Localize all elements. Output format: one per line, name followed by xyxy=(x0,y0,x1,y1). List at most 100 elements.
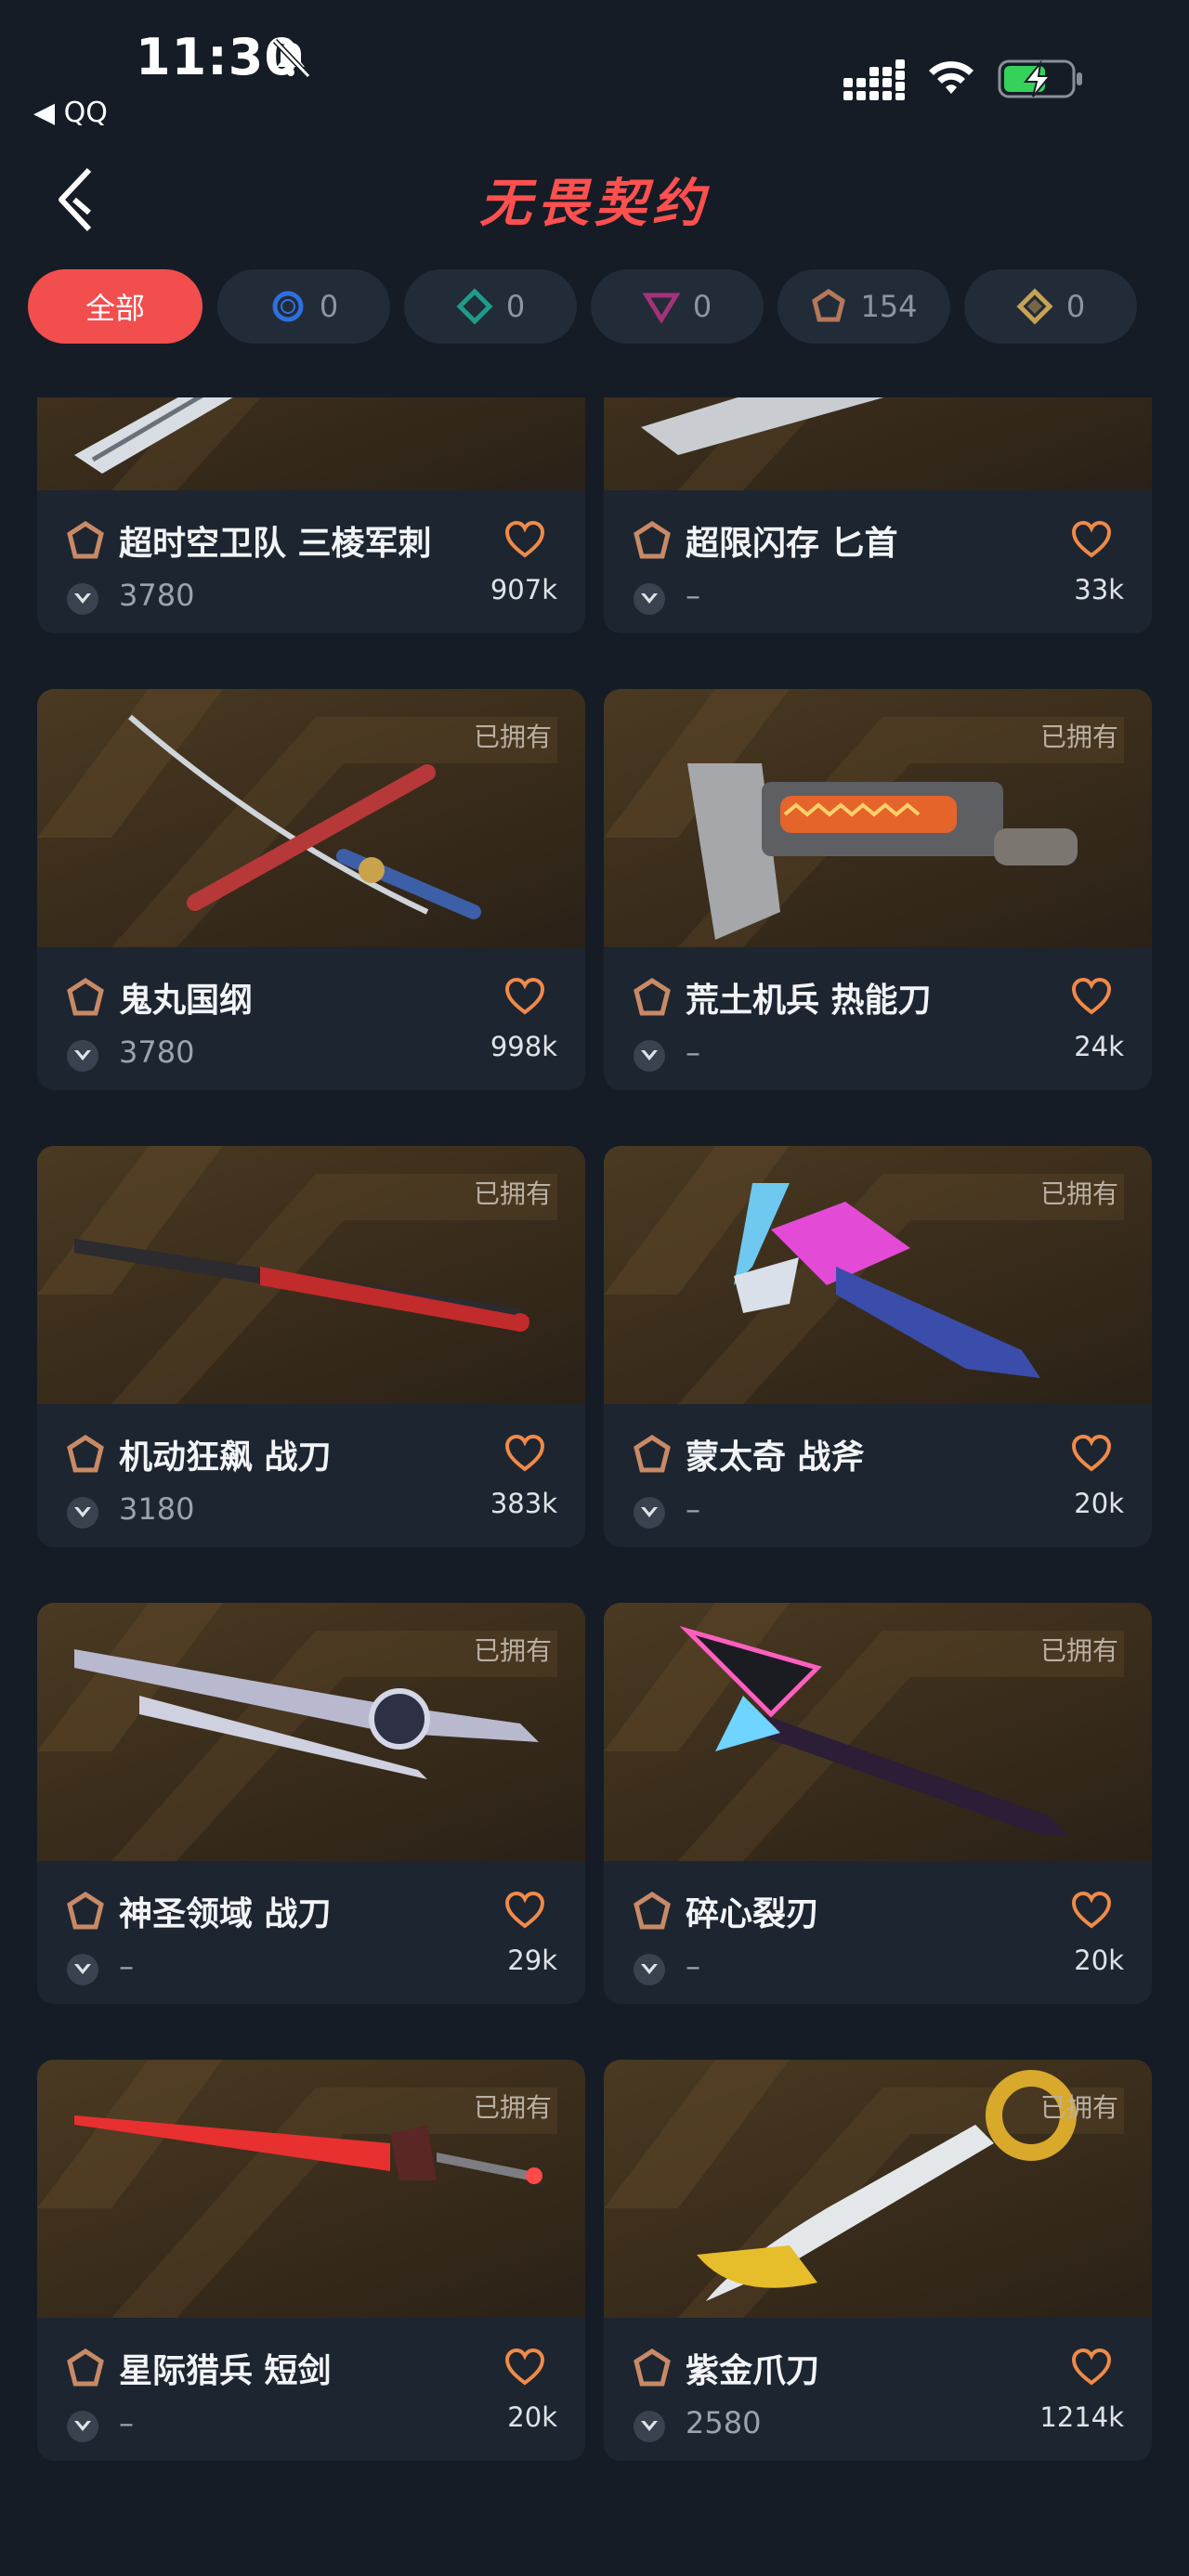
heart-favorite-icon[interactable] xyxy=(1070,2348,1113,2387)
owned-badge: 已拥有 xyxy=(1039,1178,1118,1209)
skin-preview-image xyxy=(604,397,1152,490)
heart-favorite-icon[interactable] xyxy=(503,1891,546,1930)
skin-name: 机动狂飙 战刀 xyxy=(119,1438,332,1477)
valorant-points-icon xyxy=(634,1040,665,1072)
skin-name: 鬼丸国纲 xyxy=(119,982,254,1020)
owned-badge: 已拥有 xyxy=(1039,1635,1118,1666)
skin-card[interactable]: 已拥有 鬼丸国纲 3780 998k xyxy=(37,689,585,1090)
filter-select-tier-chip[interactable]: 0 xyxy=(217,269,390,344)
pentagon-tier-icon xyxy=(812,288,846,322)
skin-name: 荒土机兵 热能刀 xyxy=(686,982,932,1020)
bell-muted-icon xyxy=(272,38,311,79)
owned-badge: 已拥有 xyxy=(473,2092,552,2123)
like-count: 20k xyxy=(507,2401,557,2433)
filter-count: 0 xyxy=(505,289,526,324)
skin-name: 神圣领域 战刀 xyxy=(119,1895,332,1933)
weapon-image xyxy=(74,397,261,490)
weapon-image xyxy=(641,397,884,490)
skin-card[interactable]: 超时空卫队 三棱军刺 3780 907k xyxy=(37,397,585,633)
skin-card[interactable]: 超限闪存 匕首 – 33k xyxy=(604,397,1152,633)
skin-price: 2580 xyxy=(686,2405,762,2440)
valorant-points-icon xyxy=(634,2411,665,2442)
like-count: 29k xyxy=(507,1945,557,1976)
like-count: 383k xyxy=(490,1488,557,1519)
heart-favorite-icon[interactable] xyxy=(1070,1434,1113,1473)
skin-price: – xyxy=(686,1948,700,1984)
filter-exclusive-tier-chip[interactable]: 154 xyxy=(777,269,950,344)
like-count: 20k xyxy=(1074,1488,1124,1519)
like-count: 20k xyxy=(1074,1945,1124,1976)
skin-preview-image: 已拥有 xyxy=(604,1603,1152,1861)
skin-preview-image: 已拥有 xyxy=(37,1146,585,1404)
owned-badge: 已拥有 xyxy=(473,722,552,752)
filter-all-label: 全部 xyxy=(85,291,145,326)
skin-card[interactable]: 已拥有 蒙太奇 战斧 – 20k xyxy=(604,1146,1152,1547)
like-count: 998k xyxy=(490,1031,557,1062)
like-count: 907k xyxy=(490,574,557,605)
pentagon-tier-icon xyxy=(634,1892,671,1930)
tier-filter-bar: 全部 0 0 0 154 0 xyxy=(28,269,1170,345)
like-count: 33k xyxy=(1074,574,1124,605)
skin-preview-image: 已拥有 xyxy=(604,689,1152,947)
status-bar: 11:30 ◀ QQ xyxy=(0,0,1189,139)
skin-name: 碎心裂刃 xyxy=(686,1895,820,1933)
skin-name: 超限闪存 匕首 xyxy=(686,525,898,563)
heart-favorite-icon[interactable] xyxy=(503,520,546,559)
battery-charging-icon xyxy=(998,59,1082,98)
filter-count: 0 xyxy=(319,289,339,324)
filter-premium-tier-chip[interactable]: 0 xyxy=(591,269,764,344)
heart-favorite-icon[interactable] xyxy=(1070,520,1113,559)
valorant-points-icon xyxy=(67,1954,98,1985)
skin-price: – xyxy=(686,578,700,613)
skin-preview-image: 已拥有 xyxy=(37,1603,585,1861)
skin-preview-image: 已拥有 xyxy=(37,2060,585,2318)
circle-tier-icon xyxy=(272,291,304,322)
pentagon-tier-icon xyxy=(67,978,104,1016)
valorant-points-icon xyxy=(634,583,665,615)
skin-price: – xyxy=(686,1034,700,1070)
pentagon-tier-icon xyxy=(634,1435,671,1473)
skin-card[interactable]: 已拥有 机动狂飙 战刀 3180 383k xyxy=(37,1146,585,1547)
valorant-points-icon xyxy=(634,1954,665,1985)
heart-favorite-icon[interactable] xyxy=(503,2348,546,2387)
pentagon-tier-icon xyxy=(67,1892,104,1930)
page-title: 无畏契约 xyxy=(479,174,710,234)
heart-favorite-icon[interactable] xyxy=(1070,977,1113,1016)
pentagon-tier-icon xyxy=(67,521,104,559)
filter-ultra-tier-chip[interactable]: 0 xyxy=(964,269,1137,344)
skin-card[interactable]: 已拥有 神圣领域 战刀 – 29k xyxy=(37,1603,585,2004)
valorant-points-icon xyxy=(67,2411,98,2442)
skin-card[interactable]: 已拥有 星际猎兵 短剑 – 20k xyxy=(37,2060,585,2461)
pentagon-tier-icon xyxy=(67,1435,104,1473)
skin-price: – xyxy=(119,2405,134,2440)
heart-favorite-icon[interactable] xyxy=(503,977,546,1016)
skin-price: – xyxy=(686,1491,700,1527)
heart-favorite-icon[interactable] xyxy=(503,1434,546,1473)
skin-preview-image: 已拥有 xyxy=(604,2060,1152,2318)
skin-preview-image: 已拥有 xyxy=(604,1146,1152,1404)
skin-name: 蒙太奇 战斧 xyxy=(686,1438,865,1477)
skin-card[interactable]: 已拥有 碎心裂刃 – 20k xyxy=(604,1603,1152,2004)
valorant-points-icon xyxy=(67,583,98,615)
filter-count: 154 xyxy=(860,289,918,324)
filter-all-chip[interactable]: 全部 xyxy=(28,269,203,344)
valorant-points-icon xyxy=(634,1497,665,1529)
skin-price: – xyxy=(119,1948,134,1984)
heart-favorite-icon[interactable] xyxy=(1070,1891,1113,1930)
skin-price: 3780 xyxy=(119,1034,195,1070)
owned-badge: 已拥有 xyxy=(1039,722,1118,752)
skin-name: 紫金爪刀 xyxy=(686,2352,820,2390)
skin-preview-image: 已拥有 xyxy=(37,689,585,947)
valorant-points-icon xyxy=(67,1497,98,1529)
pentagon-tier-icon xyxy=(67,2348,104,2387)
back-to-app-link[interactable]: ◀ QQ xyxy=(33,97,108,129)
skin-price: 3180 xyxy=(119,1491,195,1527)
hex-tier-icon xyxy=(1016,288,1053,325)
pentagon-tier-icon xyxy=(634,978,671,1016)
skin-card[interactable]: 已拥有 紫金爪刀 2580 1214k xyxy=(604,2060,1152,2461)
diamond-tier-icon xyxy=(456,288,493,325)
cellular-signal-icon xyxy=(843,59,905,100)
pentagon-tier-icon xyxy=(634,2348,671,2387)
skin-card[interactable]: 已拥有 荒土机兵 热能刀 – 24k xyxy=(604,689,1152,1090)
filter-deluxe-tier-chip[interactable]: 0 xyxy=(404,269,577,344)
